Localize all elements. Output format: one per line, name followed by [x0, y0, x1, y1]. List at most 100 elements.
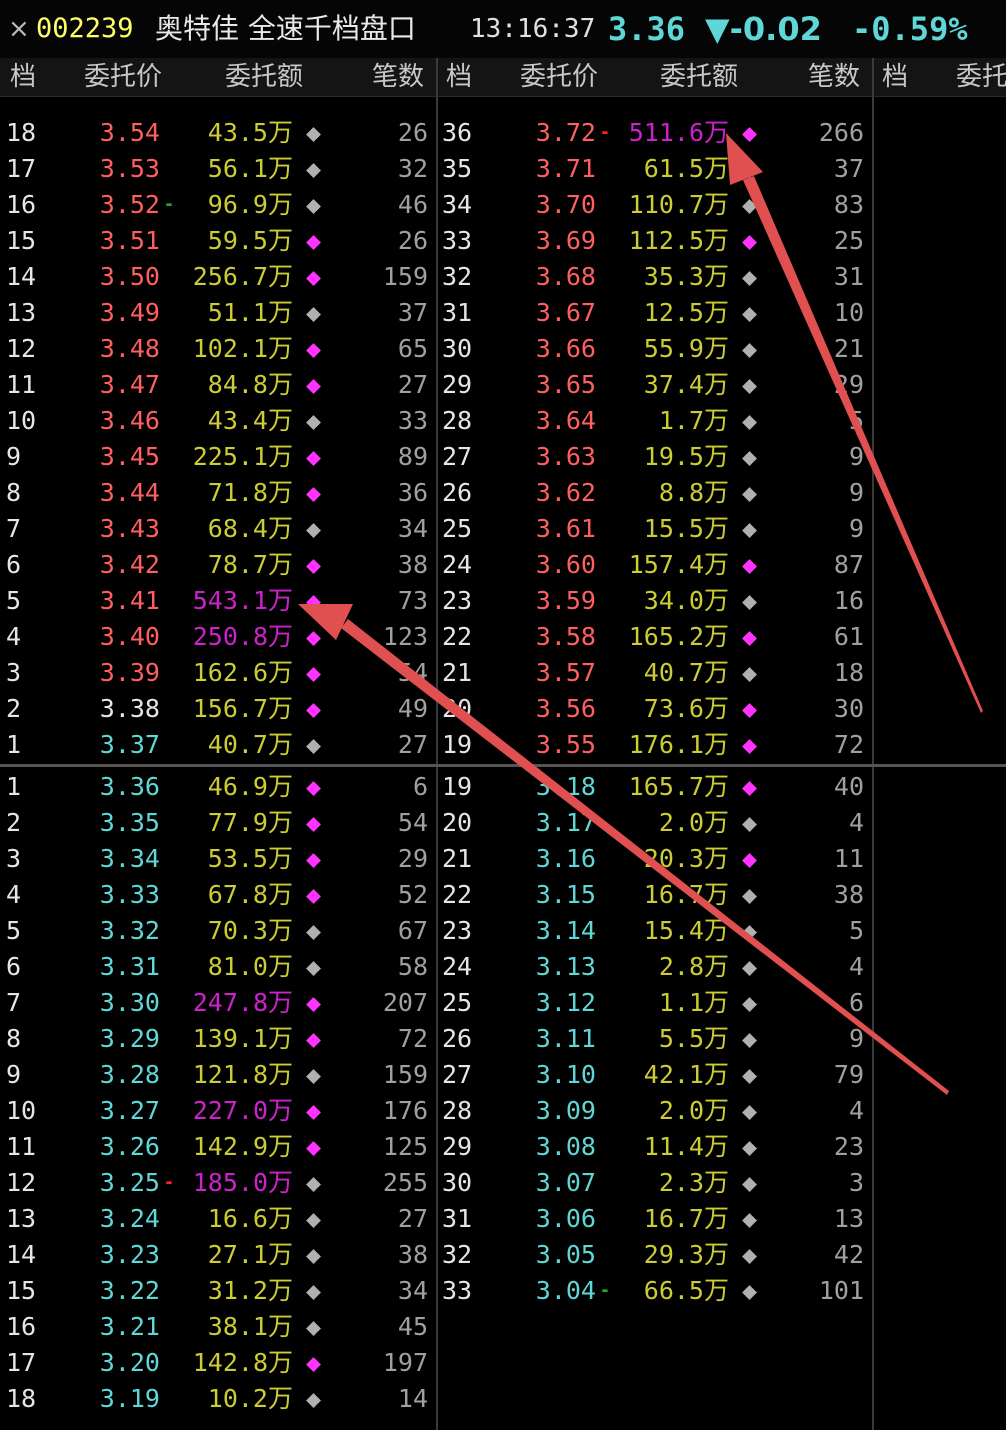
sell-order-row[interactable]: 29 3.65 37.4 万 ◆ 29 [436, 367, 870, 403]
order-price: 3.07 [535, 1168, 596, 1197]
buy-order-row[interactable]: 26 3.11 5.5 万 ◆ 9 [436, 1021, 870, 1057]
buy-order-row[interactable]: 11 3.26 142.9 万 ◆ 125 [0, 1129, 434, 1165]
sell-order-row[interactable]: 18 3.54 43.5 万 ◆ 26 [0, 115, 434, 151]
close-icon[interactable]: × [8, 6, 30, 52]
order-amount-unit: 万 [704, 262, 730, 291]
sell-order-row[interactable]: 4 3.40 250.8 万 ◆ 123 [0, 619, 434, 655]
order-size-dot-icon: ◆ [742, 154, 758, 183]
order-amount: 12.5 [643, 298, 704, 327]
sell-order-row[interactable]: 19 3.55 176.1 万 ◆ 72 [436, 727, 870, 763]
buy-order-row[interactable]: 9 3.28 121.8 万 ◆ 159 [0, 1057, 434, 1093]
sell-order-row[interactable]: 6 3.42 78.7 万 ◆ 38 [0, 547, 434, 583]
buy-order-row[interactable]: 21 3.16 20.3 万 ◆ 11 [436, 841, 870, 877]
sell-order-row[interactable]: 7 3.43 68.4 万 ◆ 34 [0, 511, 434, 547]
order-count: 54 [397, 808, 428, 837]
sell-order-row[interactable]: 9 3.45 225.1 万 ◆ 89 [0, 439, 434, 475]
buy-order-row[interactable]: 19 3.18 165.7 万 ◆ 40 [436, 769, 870, 805]
order-size-dot-icon: ◆ [306, 154, 322, 183]
sell-order-row[interactable]: 35 3.71 61.5 万 ◆ 37 [436, 151, 870, 187]
buy-order-row[interactable]: 7 3.30 247.8 万 ◆ 207 [0, 985, 434, 1021]
order-level: 1 [6, 730, 22, 759]
buy-order-row[interactable]: 23 3.14 15.4 万 ◆ 5 [436, 913, 870, 949]
order-level: 23 [442, 586, 473, 615]
sell-order-row[interactable]: 30 3.66 55.9 万 ◆ 21 [436, 331, 870, 367]
order-price: 3.10 [535, 1060, 596, 1089]
order-amount: 250.8 [192, 622, 268, 651]
sell-order-row[interactable]: 32 3.68 35.3 万 ◆ 31 [436, 259, 870, 295]
sell-order-row[interactable]: 14 3.50 256.7 万 ◆ 159 [0, 259, 434, 295]
sell-order-row[interactable]: 23 3.59 34.0 万 ◆ 16 [436, 583, 870, 619]
sell-order-row[interactable]: 27 3.63 19.5 万 ◆ 9 [436, 439, 870, 475]
sell-order-row[interactable]: 16 3.52 ▬ 96.9 万 ◆ 46 [0, 187, 434, 223]
order-level: 11 [6, 1132, 37, 1161]
buy-order-row[interactable]: 15 3.22 31.2 万 ◆ 34 [0, 1273, 434, 1309]
buy-order-row[interactable]: 12 3.25 ▬ 185.0 万 ◆ 255 [0, 1165, 434, 1201]
sell-order-row[interactable]: 21 3.57 40.7 万 ◆ 18 [436, 655, 870, 691]
order-price: 3.14 [535, 916, 596, 945]
buy-order-row[interactable]: 14 3.23 27.1 万 ◆ 38 [0, 1237, 434, 1273]
sell-order-row[interactable]: 15 3.51 59.5 万 ◆ 26 [0, 223, 434, 259]
buy-order-row[interactable]: 8 3.29 139.1 万 ◆ 72 [0, 1021, 434, 1057]
order-count: 123 [382, 622, 428, 651]
order-size-dot-icon: ◆ [742, 808, 758, 837]
sell-order-row[interactable]: 22 3.58 165.2 万 ◆ 61 [436, 619, 870, 655]
sell-order-row[interactable]: 28 3.64 1.7 万 ◆ 5 [436, 403, 870, 439]
buy-order-row[interactable]: 4 3.33 67.8 万 ◆ 52 [0, 877, 434, 913]
buy-order-row[interactable]: 18 3.19 10.2 万 ◆ 14 [0, 1381, 434, 1417]
order-price: 3.20 [99, 1348, 160, 1377]
sell-order-row[interactable]: 1 3.37 40.7 万 ◆ 27 [0, 727, 434, 763]
order-price: 3.43 [99, 514, 160, 543]
order-size-dot-icon: ◆ [742, 118, 758, 147]
buy-order-row[interactable]: 10 3.27 227.0 万 ◆ 176 [0, 1093, 434, 1129]
sell-order-row[interactable]: 11 3.47 84.8 万 ◆ 27 [0, 367, 434, 403]
buy-order-row[interactable]: 27 3.10 42.1 万 ◆ 79 [436, 1057, 870, 1093]
order-amount-unit: 万 [704, 190, 730, 219]
order-amount: 81.0 [207, 952, 268, 981]
sell-order-row[interactable]: 34 3.70 110.7 万 ◆ 83 [436, 187, 870, 223]
sell-order-row[interactable]: 31 3.67 12.5 万 ◆ 10 [436, 295, 870, 331]
sell-order-row[interactable]: 8 3.44 71.8 万 ◆ 36 [0, 475, 434, 511]
buy-order-row[interactable]: 22 3.15 16.7 万 ◆ 38 [436, 877, 870, 913]
sell-order-row[interactable]: 10 3.46 43.4 万 ◆ 33 [0, 403, 434, 439]
order-price: 3.69 [535, 226, 596, 255]
buy-order-row[interactable]: 24 3.13 2.8 万 ◆ 4 [436, 949, 870, 985]
buy-order-row[interactable]: 2 3.35 77.9 万 ◆ 54 [0, 805, 434, 841]
sell-order-row[interactable]: 26 3.62 8.8 万 ◆ 9 [436, 475, 870, 511]
buy-order-row[interactable]: 31 3.06 16.7 万 ◆ 13 [436, 1201, 870, 1237]
sell-order-row[interactable]: 12 3.48 102.1 万 ◆ 65 [0, 331, 434, 367]
buy-order-row[interactable]: 30 3.07 2.3 万 ◆ 3 [436, 1165, 870, 1201]
buy-order-row[interactable]: 28 3.09 2.0 万 ◆ 4 [436, 1093, 870, 1129]
buy-order-row[interactable]: 1 3.36 46.9 万 ◆ 6 [0, 769, 434, 805]
buy-order-row[interactable]: 3 3.34 53.5 万 ◆ 29 [0, 841, 434, 877]
sell-order-row[interactable]: 5 3.41 543.1 万 ◆ 73 [0, 583, 434, 619]
sell-order-row[interactable]: 17 3.53 56.1 万 ◆ 32 [0, 151, 434, 187]
order-price: 3.28 [99, 1060, 160, 1089]
sell-order-row[interactable]: 25 3.61 15.5 万 ◆ 9 [436, 511, 870, 547]
order-level: 33 [442, 226, 473, 255]
red-marker-icon: ▬ [602, 128, 608, 138]
sell-order-row[interactable]: 13 3.49 51.1 万 ◆ 37 [0, 295, 434, 331]
buy-order-row[interactable]: 33 3.04 ▬ 66.5 万 ◆ 101 [436, 1273, 870, 1309]
sell-order-row[interactable]: 20 3.56 73.6 万 ◆ 30 [436, 691, 870, 727]
green-marker-icon: ▬ [602, 1286, 608, 1296]
buy-order-row[interactable]: 16 3.21 38.1 万 ◆ 45 [0, 1309, 434, 1345]
sell-order-row[interactable]: 36 3.72 ▬ 511.6 万 ◆ 266 [436, 115, 870, 151]
sell-order-row[interactable]: 3 3.39 162.6 万 ◆ 54 [0, 655, 434, 691]
order-size-dot-icon: ◆ [742, 550, 758, 579]
sell-order-row[interactable]: 2 3.38 156.7 万 ◆ 49 [0, 691, 434, 727]
order-level: 31 [442, 1204, 473, 1233]
buy-order-row[interactable]: 17 3.20 142.8 万 ◆ 197 [0, 1345, 434, 1381]
buy-order-row[interactable]: 32 3.05 29.3 万 ◆ 42 [436, 1237, 870, 1273]
sell-order-row[interactable]: 24 3.60 157.4 万 ◆ 87 [436, 547, 870, 583]
sell-order-row[interactable]: 33 3.69 112.5 万 ◆ 25 [436, 223, 870, 259]
order-level: 1 [6, 772, 22, 801]
buy-order-row[interactable]: 20 3.17 2.0 万 ◆ 4 [436, 805, 870, 841]
order-price: 3.38 [99, 694, 160, 723]
buy-order-row[interactable]: 13 3.24 16.6 万 ◆ 27 [0, 1201, 434, 1237]
buy-order-row[interactable]: 29 3.08 11.4 万 ◆ 23 [436, 1129, 870, 1165]
buy-order-row[interactable]: 25 3.12 1.1 万 ◆ 6 [436, 985, 870, 1021]
order-price: 3.62 [535, 478, 596, 507]
order-count: 36 [397, 478, 428, 507]
buy-order-row[interactable]: 5 3.32 70.3 万 ◆ 67 [0, 913, 434, 949]
buy-order-row[interactable]: 6 3.31 81.0 万 ◆ 58 [0, 949, 434, 985]
